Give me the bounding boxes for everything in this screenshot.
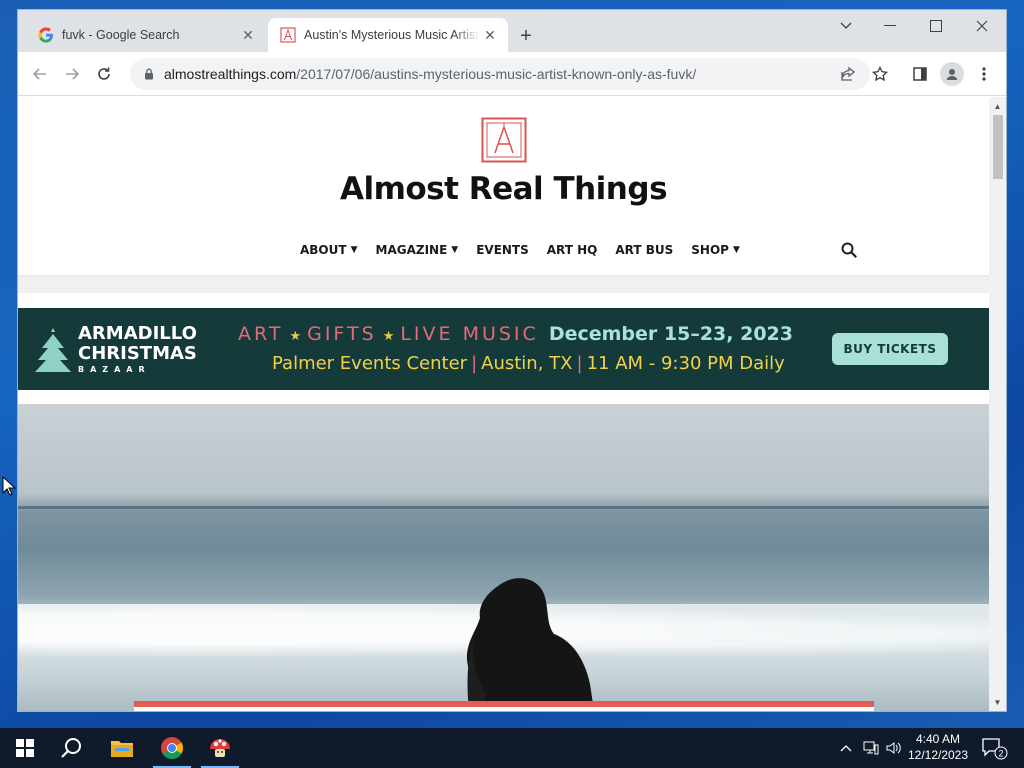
nav-label: ART BUS <box>615 243 674 257</box>
tab-strip: fuvk - Google Search ✕ Austin's Mysterio… <box>18 10 1006 52</box>
network-icon[interactable] <box>860 728 882 768</box>
banner-city: Austin, TX <box>481 353 573 374</box>
side-panel-icon[interactable] <box>908 62 932 86</box>
minimize-button[interactable] <box>870 14 910 38</box>
clock-time: 4:40 AM <box>915 732 961 746</box>
tab-google-search[interactable]: fuvk - Google Search ✕ <box>26 18 266 52</box>
main-navigation: ABOUT ▼ MAGAZINE ▼ EVENTS ART HQ ART BUS S… <box>300 243 740 257</box>
banner-dates: December 15–23, 2023 <box>548 323 793 345</box>
nav-item-art-bus[interactable]: ART BUS <box>615 243 673 257</box>
banner-hours: 11 AM - 9:30 PM Daily <box>586 353 785 374</box>
reload-button[interactable] <box>92 62 116 86</box>
site-favicon-icon <box>280 27 296 43</box>
maximize-button[interactable] <box>916 14 956 38</box>
chevron-up-icon[interactable] <box>836 728 856 768</box>
scroll-thumb[interactable] <box>993 115 1003 179</box>
mushroom-app-icon[interactable] <box>197 728 243 768</box>
hero-image <box>18 404 989 711</box>
nav-item-events[interactable]: EVENTS <box>476 243 529 257</box>
divider: | <box>576 353 583 374</box>
article-card-top <box>134 707 874 711</box>
brand-line2: CHRISTMAS <box>78 343 197 364</box>
search-icon[interactable] <box>840 241 858 259</box>
star-icon: ★ <box>382 329 395 344</box>
browser-toolbar: almostrealthings.com/2017/07/06/austins-… <box>18 52 1006 96</box>
notification-center-icon[interactable]: 2 <box>980 736 1008 760</box>
notification-count: 2 <box>998 749 1003 759</box>
page-viewport: Almost Real Things ABOUT ▼ MAGAZINE ▼ EVEN… <box>18 97 989 711</box>
nav-item-art-hq[interactable]: ART HQ <box>547 243 598 257</box>
banner-venue: Palmer Events Center <box>272 353 468 374</box>
ad-banner[interactable]: ARMADILLO CHRISTMAS BAZAAR ART ★ GIFTS ★ LIV… <box>18 308 989 390</box>
close-tab-icon[interactable]: ✕ <box>480 25 500 45</box>
file-explorer-icon[interactable] <box>99 728 145 768</box>
clock-date: 12/12/2023 <box>907 748 969 762</box>
nav-label: EVENTS <box>476 243 529 257</box>
nav-label: MAGAZINE <box>375 243 448 257</box>
tab-title: Austin's Mysterious Music Artist Known O… <box>304 28 480 42</box>
nav-label: ABOUT <box>300 243 347 257</box>
windows-start-icon[interactable] <box>2 728 48 768</box>
scroll-up-arrow-icon[interactable]: ▲ <box>989 99 1006 113</box>
lock-icon[interactable] <box>142 67 156 81</box>
url-text: almostrealthings.com/2017/07/06/austins-… <box>164 66 696 82</box>
page-scrollbar[interactable]: ▲ ▼ <box>989 97 1006 711</box>
scroll-down-arrow-icon[interactable]: ▼ <box>989 695 1006 709</box>
browser-window: fuvk - Google Search ✕ Austin's Mysterio… <box>18 10 1006 711</box>
bookmark-star-icon[interactable] <box>868 62 892 86</box>
divider: | <box>471 353 478 374</box>
nav-label: ART HQ <box>546 243 598 257</box>
back-button[interactable] <box>28 62 52 86</box>
buy-tickets-button[interactable]: BUY TICKETS <box>832 333 948 365</box>
chevron-down-icon: ▼ <box>350 245 358 255</box>
christmas-tree-icon <box>35 328 71 372</box>
nav-item-magazine[interactable]: MAGAZINE ▼ <box>376 243 459 257</box>
site-header: Almost Real Things ABOUT ▼ MAGAZINE ▼ EVEN… <box>18 97 989 275</box>
feature-gifts: GIFTS <box>307 323 377 345</box>
banner-brand: ARMADILLO CHRISTMAS BAZAAR <box>78 323 197 375</box>
feature-live-music: LIVE MUSIC <box>400 323 539 345</box>
share-icon[interactable] <box>836 62 860 86</box>
chevron-down-icon: ▼ <box>732 245 740 255</box>
forward-button[interactable] <box>60 62 84 86</box>
banner-details: Palmer Events Center | Austin, TX | 11 AM - … <box>272 353 785 374</box>
new-tab-button[interactable]: + <box>514 24 538 48</box>
chrome-icon[interactable] <box>149 728 195 768</box>
brand-line1: ARMADILLO <box>78 323 197 344</box>
site-title[interactable]: Almost Real Things <box>18 171 989 207</box>
search-icon[interactable] <box>49 728 95 768</box>
nav-item-shop[interactable]: SHOP ▼ <box>691 243 740 257</box>
banner-headline: ART ★ GIFTS ★ LIVE MUSIC December 15–23, 2023 <box>238 323 793 345</box>
taskbar: 4:40 AM 12/12/2023 2 <box>0 728 1024 768</box>
tab-search-icon[interactable] <box>826 14 866 38</box>
star-icon: ★ <box>289 329 302 344</box>
menu-kebab-icon[interactable] <box>972 62 996 86</box>
brand-line3: BAZAAR <box>78 365 151 374</box>
tab-article[interactable]: Austin's Mysterious Music Artist Known O… <box>268 18 508 52</box>
feature-art: ART <box>238 323 284 345</box>
ad-band: ARMADILLO CHRISTMAS BAZAAR ART ★ GIFTS ★ LIV… <box>18 293 989 405</box>
person-figure <box>467 578 595 711</box>
chevron-down-icon: ▼ <box>451 245 459 255</box>
nav-item-about[interactable]: ABOUT ▼ <box>300 243 358 257</box>
mouse-cursor-icon <box>2 476 16 496</box>
tab-title: fuvk - Google Search <box>62 28 180 42</box>
profile-avatar-icon[interactable] <box>940 62 964 86</box>
horizon-line <box>18 506 989 509</box>
volume-icon[interactable] <box>884 728 904 768</box>
site-logo-icon[interactable] <box>481 117 527 163</box>
google-icon <box>38 27 54 43</box>
close-window-button[interactable] <box>962 14 1002 38</box>
system-clock[interactable]: 4:40 AM 12/12/2023 <box>902 731 974 763</box>
close-tab-icon[interactable]: ✕ <box>238 25 258 45</box>
url-path: /2017/07/06/austins-mysterious-music-art… <box>296 66 697 82</box>
nav-label: SHOP <box>691 243 729 257</box>
address-bar[interactable]: almostrealthings.com/2017/07/06/austins-… <box>130 58 870 90</box>
url-host: almostrealthings.com <box>164 66 297 82</box>
